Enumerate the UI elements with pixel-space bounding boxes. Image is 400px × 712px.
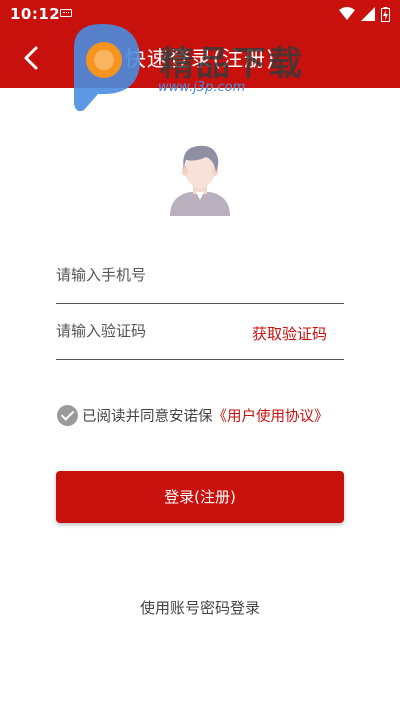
status-icons — [339, 6, 390, 22]
get-code-button[interactable]: 获取验证码 — [252, 323, 327, 344]
page-title: 快速登录(注册) — [124, 47, 276, 71]
status-time: 10:12 — [10, 5, 61, 23]
phone-input[interactable] — [56, 261, 344, 289]
title-bar: 快速登录(注册) — [0, 28, 400, 88]
phone-field — [56, 247, 344, 304]
login-button[interactable]: 登录(注册) — [56, 471, 344, 523]
status-bar: 10:12 — [0, 0, 400, 28]
battery-charging-icon — [381, 6, 390, 22]
keyboard-icon — [60, 9, 72, 17]
verification-code-input[interactable] — [56, 317, 236, 345]
cell-signal-icon — [361, 7, 375, 21]
agreement-check-icon[interactable] — [57, 404, 78, 426]
password-login-link[interactable]: 使用账号密码登录 — [0, 597, 400, 618]
avatar — [166, 140, 234, 216]
wifi-icon — [339, 7, 355, 20]
agreement-row: 已阅读并同意安诺保 《用户使用协议》 — [57, 404, 329, 426]
code-field: 获取验证码 — [56, 303, 344, 360]
user-avatar-icon — [170, 145, 230, 216]
agreement-text: 已阅读并同意安诺保 — [82, 408, 213, 425]
user-agreement-link[interactable]: 《用户使用协议》 — [213, 405, 329, 426]
